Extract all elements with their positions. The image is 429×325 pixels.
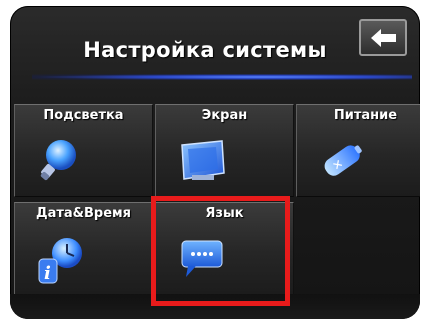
tile-date-time[interactable]: Дата&Время i xyxy=(14,202,153,295)
back-arrow-icon xyxy=(371,29,396,47)
battery-icon: ✕ xyxy=(324,145,362,176)
tile-power[interactable]: Питание ✕ xyxy=(296,104,420,197)
clock-info-icon: i xyxy=(38,238,82,284)
speech-bubble-icon xyxy=(181,240,223,277)
title-underline xyxy=(32,74,412,80)
tile-label: Дата&Время xyxy=(36,206,131,221)
device-frame: Настройка системы Подсветка Экран Питани… xyxy=(0,0,429,325)
settings-screen: Настройка системы Подсветка Экран Питани… xyxy=(10,6,420,319)
page-title: Настройка системы xyxy=(83,38,327,62)
tile-label: Экран xyxy=(201,108,248,123)
tile-label: Подсветка xyxy=(43,108,124,123)
back-button[interactable] xyxy=(359,19,407,56)
tile-screen[interactable]: Экран xyxy=(155,104,294,197)
lightbulb-icon xyxy=(40,140,76,181)
screen-icon xyxy=(181,140,225,180)
bottom-strip xyxy=(10,294,420,319)
tile-language[interactable]: Язык xyxy=(155,202,294,295)
tile-backlight[interactable]: Подсветка xyxy=(14,104,153,197)
tile-label: Язык xyxy=(205,206,244,221)
svg-text:i: i xyxy=(44,263,51,284)
tile-label: Питание xyxy=(333,108,398,123)
